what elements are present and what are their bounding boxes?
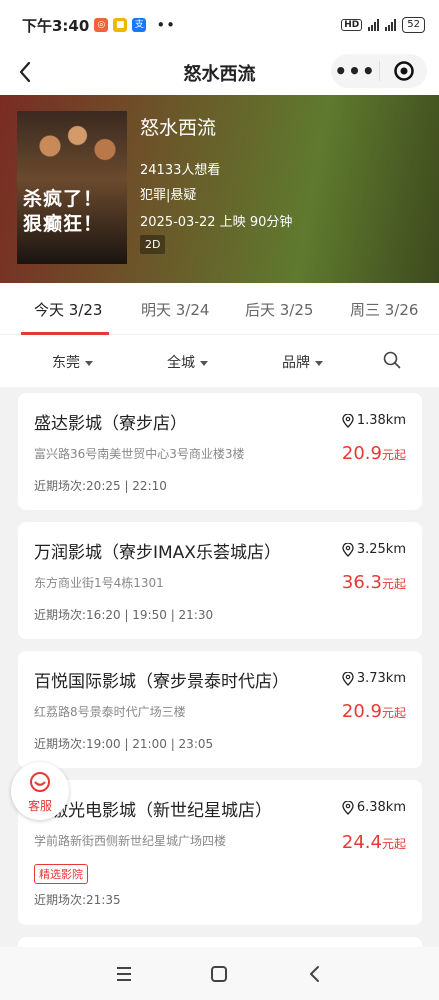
cinema-distance: 3.73km: [342, 671, 406, 686]
location-pin-icon: [342, 671, 354, 686]
notification-app-icon: ◎: [94, 18, 109, 32]
status-bar: 下午3:40 ◎ ■ 支 •• HD 52: [0, 0, 439, 50]
poster-tagline-line: 狠癫狂！: [23, 213, 104, 235]
customer-service-button[interactable]: 客服: [11, 762, 69, 820]
more-button[interactable]: •••: [331, 54, 379, 88]
tab-tomorrow[interactable]: 明天 3/24: [141, 299, 209, 320]
tab-wednesday[interactable]: 周三 3/26: [350, 299, 418, 320]
more-notifications-icon: ••: [156, 16, 177, 34]
price-value: 20.9: [341, 701, 382, 722]
distance-value: 3.73km: [356, 671, 406, 686]
back-icon[interactable]: [14, 58, 38, 86]
movie-title: 怒水西流: [140, 117, 217, 139]
caret-down-icon: [200, 360, 208, 366]
cinema-card[interactable]: 百激光电影城（新世纪星城店） 6.38km 学前路新街西侧新世纪星城广场四楼 2…: [18, 780, 422, 925]
cinema-price: 24.4元起: [342, 832, 406, 853]
cinema-card[interactable]: 万润影城（寮步IMAX乐荟城店） 3.25km 东方商业街1号4栋1301 36…: [18, 522, 422, 639]
location-pin-icon: [342, 542, 354, 557]
price-value: 24.4: [341, 832, 382, 853]
price-value: 20.9: [341, 443, 382, 464]
poster-artwork: [17, 111, 127, 181]
system-navigation-bar: [0, 947, 439, 1000]
menu-icon[interactable]: [113, 963, 135, 985]
distance-value: 6.38km: [356, 800, 406, 815]
cinema-card[interactable]: 百悦国际影城（寮步景泰时代店） 3.73km 红荔路8号景泰时代广场三楼 20.…: [18, 651, 422, 768]
distance-value: 1.38km: [356, 413, 406, 428]
cinema-address: 红荔路8号景泰时代广场三楼: [34, 705, 186, 719]
city-filter[interactable]: 东莞: [52, 352, 93, 372]
cinema-name: 百激光电影城（新世纪星城店）: [34, 801, 272, 821]
cinema-card[interactable]: [18, 937, 422, 947]
notification-app-icon: ■: [113, 18, 128, 32]
tab-today[interactable]: 今天 3/23: [34, 299, 102, 320]
cinema-address: 学前路新街西侧新世纪星城广场四楼: [34, 834, 227, 848]
cinema-price: 20.9元起: [342, 701, 406, 722]
price-value: 36.3: [341, 572, 382, 593]
cinema-showtimes: 近期场次:19:00 | 21:00 | 23:05: [34, 737, 214, 751]
cinema-name: 盛达影城（寮步店）: [34, 414, 187, 434]
cinema-name: 百悦国际影城（寮步景泰时代店）: [34, 672, 289, 692]
movie-poster[interactable]: 杀疯了！ 狠癫狂！: [17, 111, 127, 264]
location-pin-icon: [342, 413, 354, 428]
cinema-showtimes: 近期场次:16:20 | 19:50 | 21:30: [34, 608, 214, 622]
caret-down-icon: [85, 360, 93, 366]
cinema-address: 富兴路36号南美世贸中心3号商业楼3楼: [34, 447, 245, 461]
cinema-showtimes: 近期场次:21:35: [34, 893, 121, 907]
home-icon[interactable]: [208, 963, 230, 985]
distance-value: 3.25km: [356, 542, 406, 557]
price-suffix: 元起: [381, 837, 406, 851]
brand-filter[interactable]: 品牌: [282, 352, 323, 372]
movie-genre: 犯罪|悬疑: [140, 188, 197, 203]
area-filter[interactable]: 全城: [167, 352, 208, 372]
poster-tagline-line: 杀疯了！: [23, 188, 104, 210]
battery-icon: 52: [402, 17, 425, 33]
city-filter-label: 东莞: [52, 355, 80, 371]
cinema-card[interactable]: 盛达影城（寮步店） 1.38km 富兴路36号南美世贸中心3号商业楼3楼 20.…: [18, 393, 422, 510]
customer-service-label: 客服: [27, 799, 52, 813]
cinema-distance: 1.38km: [342, 413, 406, 428]
location-pin-icon: [342, 800, 354, 815]
poster-tagline: 杀疯了！ 狠癫狂！: [23, 187, 103, 237]
alipay-icon: 支: [132, 18, 147, 32]
featured-cinema-badge: 精选影院: [34, 864, 88, 884]
search-icon[interactable]: [382, 350, 402, 370]
tab-day-after[interactable]: 后天 3/25: [245, 299, 313, 320]
cinema-price: 20.9元起: [342, 443, 406, 464]
signal-icon: [385, 19, 397, 31]
close-circle-icon: [393, 61, 414, 81]
brand-filter-label: 品牌: [282, 355, 310, 371]
cinema-distance: 3.25km: [342, 542, 406, 557]
smiley-chat-icon: [30, 772, 50, 792]
signal-icon: [368, 19, 380, 31]
price-suffix: 元起: [381, 448, 406, 462]
hd-icon: HD: [341, 19, 363, 31]
release-info: 2025-03-22 上映 90分钟: [140, 215, 293, 230]
cinema-name: 万润影城（寮步IMAX乐荟城店）: [34, 543, 281, 563]
format-badge: 2D: [140, 235, 166, 254]
area-filter-label: 全城: [167, 355, 195, 371]
price-suffix: 元起: [381, 706, 406, 720]
miniprogram-capsule: •••: [331, 54, 427, 88]
navigation-bar: 怒水西流 •••: [0, 50, 439, 95]
cinema-distance: 6.38km: [342, 800, 406, 815]
caret-down-icon: [315, 360, 323, 366]
want-to-see-count: 24133人想看: [140, 163, 221, 178]
status-right: HD 52: [341, 17, 425, 33]
cinema-showtimes: 近期场次:20:25 | 22:10: [34, 479, 167, 493]
date-tabs: 今天 3/23 明天 3/24 后天 3/25 周三 3/26: [0, 283, 439, 335]
cinema-address: 东方商业街1号4栋1301: [34, 576, 164, 590]
cinema-price: 36.3元起: [342, 572, 406, 593]
close-button[interactable]: [380, 60, 427, 82]
status-time: 下午3:40: [22, 16, 90, 35]
price-suffix: 元起: [381, 577, 406, 591]
filter-bar: 东莞 全城 品牌: [0, 335, 439, 387]
page-title: 怒水西流: [183, 63, 256, 85]
back-nav-icon[interactable]: [304, 963, 326, 985]
movie-header: 杀疯了！ 狠癫狂！ 怒水西流 24133人想看 犯罪|悬疑 2025-03-22…: [0, 95, 439, 283]
